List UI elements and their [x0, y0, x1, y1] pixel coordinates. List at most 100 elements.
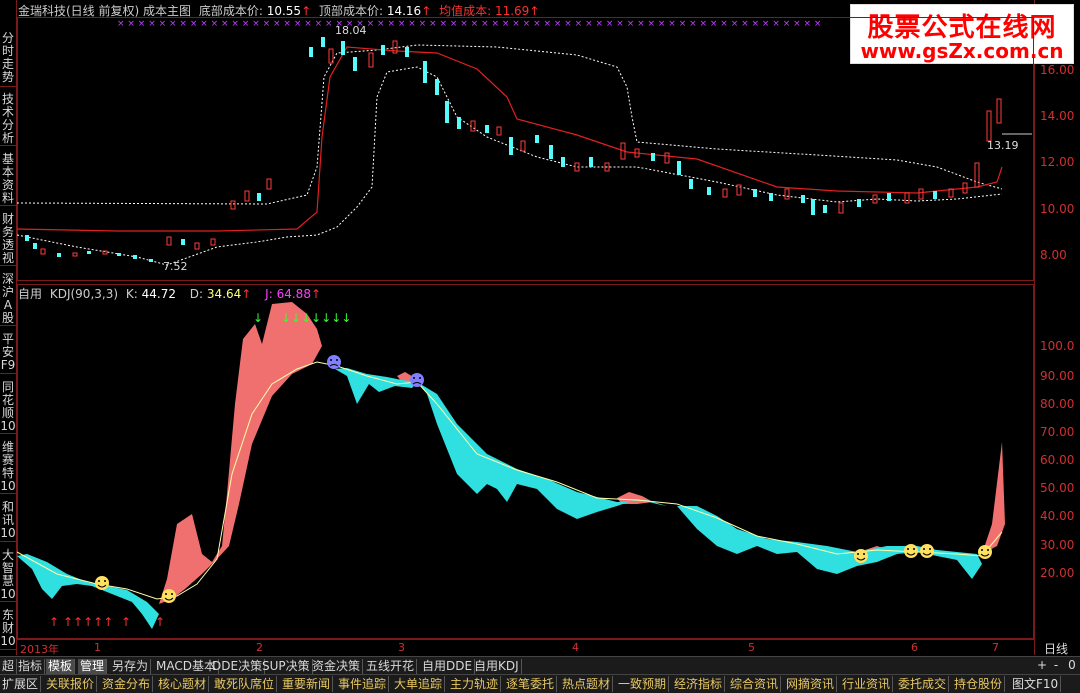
price-axis-label: 14.00 [1040, 109, 1075, 123]
top-cost-value: 14.16 [386, 4, 422, 18]
func-consensus-forecast[interactable]: 一致预期 [616, 676, 670, 692]
zoom-out-button[interactable]: - [1050, 658, 1062, 672]
candlesticks [25, 37, 1002, 262]
smiley-icon [904, 544, 918, 558]
svg-text:× × × × × × × × × × × × × × ×: × × × × × × × × × × × × × × × × × × × × … [117, 19, 821, 29]
time-axis-label: 2013年 [20, 643, 59, 656]
kdj-axis-label: 80.00 [1040, 397, 1075, 411]
time-axis [17, 639, 1034, 656]
kdj-positive-area [982, 442, 1005, 554]
left-tab-ths-10[interactable]: 同花顺10 [0, 381, 16, 434]
price-axis-label: 12.00 [1040, 155, 1075, 169]
func-order-by-order[interactable]: 逐笔委托 [504, 676, 558, 692]
tab-dde-decision[interactable]: DDE决策 [210, 659, 266, 674]
kdj-negative-area [677, 506, 982, 579]
smiley-icon [162, 589, 176, 603]
func-core-topic[interactable]: 核心题材 [156, 676, 210, 692]
avg-cost-value: 11.69 [494, 4, 530, 18]
kdj-axis-label: 90.00 [1040, 369, 1075, 383]
func-web-digest[interactable]: 网摘资讯 [784, 676, 838, 692]
func-fund-distribution[interactable]: 资金分布 [100, 676, 154, 692]
left-tab-eastmoney-10[interactable]: 东财10 [0, 609, 16, 650]
svg-text:↑: ↑ [49, 615, 59, 629]
tab-template[interactable]: 模板 [46, 659, 76, 674]
left-tab-pingan-f9[interactable]: 平安F9 [0, 333, 16, 374]
func-general-info[interactable]: 综合资讯 [728, 676, 782, 692]
kdj-axis-label: 40.00 [1040, 509, 1075, 523]
tab-custom-kdj[interactable]: 自用KDJ [472, 659, 522, 674]
tab-five-lines[interactable]: 五线开花 [364, 659, 418, 674]
kdj-axis-label: 20.00 [1040, 566, 1075, 580]
period-label[interactable]: 日线 [1044, 640, 1068, 657]
smiley-icon [920, 544, 934, 558]
tab-manage[interactable]: 管理 [78, 659, 108, 674]
formula-tab-bar: 超 指标 模板 管理 另存为 MACD基本 DDE决策 SUP决策 资金决策 五… [0, 656, 1080, 675]
func-daredevil-seats[interactable]: 敢死队席位 [212, 676, 278, 692]
last-price-annotation: 13.19 [987, 139, 1019, 152]
low-price-annotation: 7.52 [163, 260, 188, 273]
func-important-news[interactable]: 重要新闻 [280, 676, 334, 692]
time-axis-label: 6 [911, 641, 918, 654]
func-f10[interactable]: 图文F10 [1010, 676, 1062, 692]
smiley-icon [978, 545, 992, 559]
func-economic-indicators[interactable]: 经济指标 [672, 676, 726, 692]
time-axis-label: 4 [572, 641, 579, 654]
left-tab-finance[interactable]: 财务透视 [0, 213, 16, 266]
price-axis-label: 10.00 [1040, 202, 1075, 216]
kdj-axis-label: 60.00 [1040, 453, 1075, 467]
stock-title: 金瑞科技(日线 前复权) 成本主图 [18, 4, 191, 18]
smiley-icon [854, 549, 868, 563]
time-axis-label: 2 [256, 641, 263, 654]
tab-save-as[interactable]: 另存为 [110, 659, 152, 674]
arrow-up-icon: ↑ [421, 4, 432, 18]
func-main-trajectory[interactable]: 主力轨迹 [448, 676, 502, 692]
zoom-in-button[interactable]: + [1036, 658, 1048, 672]
price-axis-label: 8.00 [1040, 248, 1067, 262]
svg-text:↑: ↑ [121, 615, 131, 629]
left-tab-basic-info[interactable]: 基本资料 [0, 153, 16, 206]
kdj-axis-label: 100.0 [1040, 339, 1075, 353]
tab-indicator[interactable]: 指标 [16, 659, 46, 674]
tab-super[interactable]: 超 [0, 659, 18, 674]
left-tab-hexun-10[interactable]: 和讯10 [0, 501, 16, 542]
arrow-up-icon: ↑ [529, 4, 540, 18]
high-price-annotation: 18.04 [335, 24, 367, 37]
left-tab-technical[interactable]: 技术分析 [0, 93, 16, 146]
func-hot-topic[interactable]: 热点题材 [560, 676, 614, 692]
reset-zoom-button[interactable]: 0 [1066, 658, 1078, 672]
svg-text:↑↑↑↑↑: ↑↑↑↑↑ [63, 615, 113, 629]
func-industry-info[interactable]: 行业资讯 [840, 676, 894, 692]
top-cost-label: 顶部成本价: [318, 4, 383, 18]
svg-text:↑: ↑ [155, 615, 165, 629]
func-order-fills[interactable]: 委托成交 [896, 676, 950, 692]
kdj-axis-label: 70.00 [1040, 425, 1075, 439]
tab-custom-dde[interactable]: 自用DDE [420, 659, 476, 674]
smiley-icon [95, 576, 109, 590]
price-chart-svg: × × × × × × × × × × × × × × × × × × × × … [17, 19, 1032, 273]
right-axis [1034, 0, 1080, 655]
func-event-tracking[interactable]: 事件追踪 [336, 676, 390, 692]
kdj-positive-area [159, 302, 322, 604]
left-tab-wst-10[interactable]: 维赛特10 [0, 441, 16, 494]
kdj-chart-svg: ↓ ↓↓↓↓↓↓↓ ↑ ↑↑↑↑↑ ↑ ↑ [17, 302, 1005, 629]
left-tab-sh-sz-a[interactable]: 深沪A股 [0, 273, 16, 326]
left-tab-dzh-10[interactable]: 大智慧10 [0, 549, 16, 602]
tab-fund-decision[interactable]: 资金决策 [310, 659, 364, 674]
func-positions[interactable]: 持仓股份 [952, 676, 1006, 692]
sad-face-icon [410, 373, 424, 387]
svg-text:↓↓↓↓↓↓↓: ↓↓↓↓↓↓↓ [281, 311, 351, 325]
func-big-order-tracking[interactable]: 大单追踪 [392, 676, 446, 692]
signal-markers: × × × × × × × × × × × × × × × × × × × × … [117, 19, 821, 29]
chart-title-bar: 金瑞科技(日线 前复权) 成本主图 底部成本价: 10.55↑ 顶部成本价: 1… [18, 2, 539, 18]
time-axis-label: 7 [992, 641, 999, 654]
time-axis-label: 5 [748, 641, 755, 654]
bottom-cost-label: 底部成本价: [198, 4, 263, 18]
time-axis-label: 1 [94, 641, 101, 654]
func-related-quote[interactable]: 关联报价 [44, 676, 98, 692]
left-tab-timeshare[interactable]: 分时走势 [0, 32, 16, 87]
kdj-axis-label: 50.00 [1040, 481, 1075, 495]
price-axis-label: 16.00 [1040, 63, 1075, 77]
svg-text:↓: ↓ [253, 311, 263, 325]
tab-sup-decision[interactable]: SUP决策 [260, 659, 313, 674]
func-extend-area[interactable]: 扩展区 [0, 676, 42, 692]
